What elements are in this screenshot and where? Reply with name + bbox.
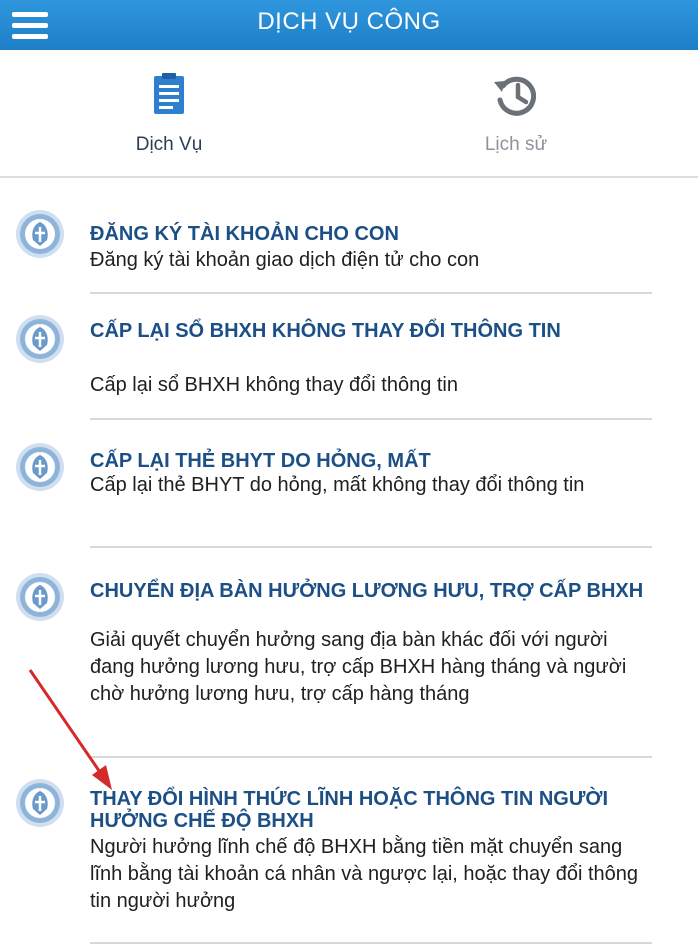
service-title: CẤP LẠI SỔ BHXH KHÔNG THAY ĐỔI THÔNG TIN [90,320,561,342]
service-description: Cấp lại sổ BHXH không thay đổi thông tin [90,374,458,396]
bhxh-logo-icon [15,442,65,492]
service-title: CẤP LẠI THẺ BHYT DO HỎNG, MẤT [90,450,431,472]
list-item[interactable]: THAY ĐỔI HÌNH THỨC LĨNH HOẶC THÔNG TIN N… [0,774,698,944]
bhxh-logo-icon [15,314,65,364]
list-item[interactable]: ĐĂNG KÝ TÀI KHOẢN CHO CON Đăng ký tài kh… [0,203,698,313]
bhxh-logo-icon [15,572,65,622]
list-item[interactable]: CẤP LẠI SỔ BHXH KHÔNG THAY ĐỔI THÔNG TIN… [0,308,698,433]
list-item[interactable]: CẤP LẠI THẺ BHYT DO HỎNG, MẤT Cấp lại th… [0,436,698,546]
app-header: DỊCH VỤ CÔNG [0,0,698,50]
list-item[interactable]: CHUYỂN ĐỊA BÀN HƯỞNG LƯƠNG HƯU, TRỢ CẤP … [0,564,698,754]
service-description: Đăng ký tài khoản giao dịch điện tử cho … [90,249,480,271]
service-title: ĐĂNG KÝ TÀI KHOẢN CHO CON [90,223,399,245]
divider [90,418,652,420]
bhxh-logo-icon [15,778,65,828]
tab-services[interactable]: Dịch Vụ [19,50,319,176]
history-icon [494,76,537,116]
tab-bar: Dịch Vụ Lịch sử [0,50,698,178]
service-description: Giải quyết chuyển hưởng sang địa bàn khá… [90,629,627,705]
service-description: Người hưởng lĩnh chế độ BHXH bằng tiền m… [90,836,638,912]
divider [90,942,652,944]
divider [90,292,652,294]
tab-services-label: Dịch Vụ [135,134,203,155]
tab-history-label: Lịch sử [484,134,548,155]
document-icon [154,73,184,114]
tab-history[interactable]: Lịch sử [366,50,666,176]
divider [90,756,652,758]
page-title: DỊCH VỤ CÔNG [257,8,441,35]
service-title: THAY ĐỔI HÌNH THỨC LĨNH HOẶC THÔNG TIN N… [90,788,609,832]
service-title: CHUYỂN ĐỊA BÀN HƯỞNG LƯƠNG HƯU, TRỢ CẤP … [90,580,644,602]
service-description: Cấp lại thẻ BHYT do hỏng, mất không thay… [90,474,585,496]
bhxh-logo-icon [15,209,65,259]
divider [90,546,652,548]
